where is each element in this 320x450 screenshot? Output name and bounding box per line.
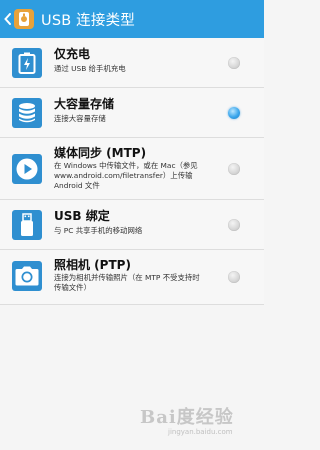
option-title: 照相机 (PTP) [54, 258, 131, 272]
option-description: 通过 USB 给手机充电 [54, 64, 126, 73]
option-mass-storage[interactable]: 大容量存储 连接大容量存储 [0, 88, 264, 138]
radio-media-sync-mtp[interactable] [228, 163, 240, 175]
database-storage-icon [12, 98, 42, 128]
radio-charge-only[interactable] [228, 57, 240, 69]
option-usb-tethering[interactable]: USB 绑定 与 PC 共享手机的移动网络 [0, 200, 264, 250]
option-description: 连接大容量存储 [54, 114, 106, 123]
option-description: 与 PC 共享手机的移动网络 [54, 226, 143, 235]
option-description: 在 Windows 中传输文件，或在 Mac（参见 www.android.co… [54, 161, 198, 190]
option-description: 连接为相机并传输照片（在 MTP 不受支持时 传输文件） [54, 273, 200, 292]
battery-charging-icon [12, 48, 42, 78]
media-play-icon [12, 154, 42, 184]
camera-icon [12, 261, 42, 291]
title-bar: USB 连接类型 [0, 0, 264, 38]
usb-option-list: 仅充电 通过 USB 给手机充电 大容量存储 连接大容量存储 媒体同步 (MTP… [0, 38, 264, 305]
option-title: 大容量存储 [54, 97, 115, 111]
watermark-text: Bai度经验 [140, 407, 234, 428]
option-media-sync-mtp[interactable]: 媒体同步 (MTP) 在 Windows 中传输文件，或在 Mac（参见 www… [0, 138, 264, 200]
usb-modem-icon [12, 210, 42, 240]
back-chevron-icon[interactable] [2, 0, 12, 38]
radio-camera-ptp[interactable] [228, 271, 240, 283]
option-title: 媒体同步 (MTP) [54, 146, 147, 160]
option-title: 仅充电 [54, 47, 91, 61]
baidu-watermark: Bai度经验 jingyan.baidu.com [128, 395, 263, 445]
watermark-url: jingyan.baidu.com [168, 428, 233, 436]
page-title: USB 连接类型 [41, 12, 135, 29]
radio-mass-storage[interactable] [228, 107, 240, 119]
option-camera-ptp[interactable]: 照相机 (PTP) 连接为相机并传输照片（在 MTP 不受支持时 传输文件） [0, 250, 264, 305]
option-title: USB 绑定 [54, 209, 110, 223]
option-charge-only[interactable]: 仅充电 通过 USB 给手机充电 [0, 38, 264, 88]
settings-app-logo-icon [13, 8, 35, 30]
radio-usb-tethering[interactable] [228, 219, 240, 231]
